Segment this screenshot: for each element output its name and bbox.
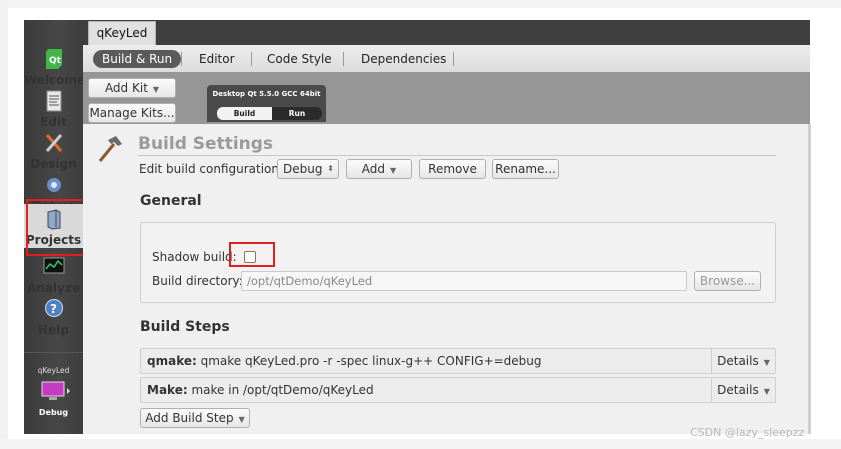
document-tab-strip	[83, 20, 810, 45]
target-mode-label: Debug	[38, 408, 69, 417]
tab-separator	[453, 52, 454, 66]
chevron-down-icon: ▼	[390, 166, 397, 175]
step-summary: qmake: qmake qKeyLed.pro -r -spec linux-…	[147, 354, 542, 368]
mode-analyze[interactable]: Analyze	[24, 252, 83, 295]
mode-edit[interactable]: Edit	[24, 86, 83, 129]
modebar-divider	[24, 352, 83, 353]
build-step-make[interactable]: Make: make in /opt/qtDemo/qKeyLed Detail…	[140, 377, 776, 403]
add-config-label: Add	[361, 162, 386, 176]
kit-name: Desktop Qt 5.5.0 GCC 64bit	[212, 90, 321, 98]
build-config-select[interactable]: Debug ⬍	[277, 159, 339, 179]
computer-monitor-icon	[41, 381, 70, 400]
scrollbar[interactable]	[808, 124, 811, 434]
title-underline	[138, 155, 776, 156]
project-subtabs: Build & Run Editor Code Style Dependenci…	[83, 45, 810, 73]
document-icon	[46, 90, 61, 112]
chevron-down-icon: ▼	[152, 85, 160, 94]
shadow-build-label: Shadow build:	[152, 250, 237, 264]
step-command: qmake qKeyLed.pro -r -spec linux-g++ CON…	[200, 354, 542, 368]
build-steps-title: Build Steps	[140, 319, 230, 335]
step-name: Make:	[147, 383, 188, 397]
build-directory-label: Build directory:	[152, 274, 243, 288]
analyze-monitor-icon	[43, 257, 64, 274]
target-project-label: qKeyLed	[37, 366, 70, 375]
tab-separator	[181, 52, 182, 66]
step-summary: Make: make in /opt/qtDemo/qKeyLed	[147, 383, 374, 397]
frame-border-bottom	[0, 439, 841, 449]
chevron-down-icon: ▼	[763, 387, 770, 396]
spinner-arrows-icon: ⬍	[327, 164, 334, 173]
kit-run-button[interactable]: Run	[272, 107, 322, 120]
kit-selector-area	[83, 72, 810, 124]
mode-label: Edit	[40, 115, 67, 129]
mode-help[interactable]: ? Help	[24, 294, 83, 337]
tab-editor[interactable]: Editor	[199, 50, 235, 68]
details-label: Details	[717, 383, 759, 397]
debug-bug-icon	[46, 178, 61, 192]
target-selector[interactable]	[41, 381, 71, 405]
tab-dependencies[interactable]: Dependencies	[361, 50, 446, 68]
hammer-icon	[98, 136, 122, 162]
rename-config-button[interactable]: Rename...	[492, 159, 559, 179]
general-section-title: General	[140, 193, 202, 209]
qt-logo-icon: Qt	[45, 49, 62, 69]
add-build-step-button[interactable]: Add Build Step ▼	[140, 408, 250, 428]
build-settings-title: Build Settings	[138, 134, 274, 154]
remove-config-button[interactable]: Remove	[419, 159, 486, 179]
chevron-down-icon: ▼	[763, 358, 770, 367]
add-kit-button[interactable]: Add Kit ▼	[88, 78, 176, 98]
svg-text:?: ?	[50, 302, 57, 316]
mode-label: Help	[38, 323, 69, 337]
add-kit-label: Add Kit	[104, 81, 148, 95]
tab-qkeyled[interactable]: qKeyLed	[88, 21, 156, 45]
tab-separator	[251, 52, 252, 66]
manage-kits-button[interactable]: Manage Kits...	[88, 103, 176, 123]
frame-border-top	[0, 0, 841, 8]
highlight-box-shadow-build	[229, 242, 275, 267]
frame-border-left	[0, 0, 8, 449]
mode-label: Welcome	[24, 73, 86, 87]
tab-code-style[interactable]: Code Style	[267, 50, 332, 68]
mode-label: Design	[30, 157, 77, 171]
add-config-button[interactable]: Add ▼	[346, 159, 412, 179]
tab-separator	[343, 52, 344, 66]
highlight-box-projects	[26, 199, 91, 256]
details-label: Details	[717, 354, 759, 368]
design-tools-icon	[45, 134, 62, 152]
build-step-qmake[interactable]: qmake: qmake qKeyLed.pro -r -spec linux-…	[140, 348, 776, 374]
kit-build-button[interactable]: Build	[217, 107, 272, 120]
build-config-value: Debug	[283, 162, 323, 176]
build-config-label: Edit build configuration:	[139, 162, 284, 176]
browse-button[interactable]: Browse...	[694, 271, 761, 291]
mode-welcome[interactable]: Qt Welcome	[24, 44, 86, 87]
mode-label: Analyze	[27, 281, 80, 295]
step-name: qmake:	[147, 354, 197, 368]
help-icon: ?	[44, 299, 63, 317]
add-build-step-label: Add Build Step	[145, 411, 234, 425]
step-details-button[interactable]: Details ▼	[711, 349, 775, 373]
tab-build-run[interactable]: Build & Run	[93, 50, 182, 68]
step-details-button[interactable]: Details ▼	[711, 378, 775, 402]
step-command: make in /opt/qtDemo/qKeyLed	[191, 383, 374, 397]
mode-design[interactable]: Design	[24, 128, 83, 171]
chevron-down-icon: ▼	[238, 415, 245, 424]
build-directory-field[interactable]: /opt/qtDemo/qKeyLed	[241, 271, 687, 291]
watermark: CSDN @lazy_sleepzz	[690, 426, 805, 439]
kit-card[interactable]: Desktop Qt 5.5.0 GCC 64bit Build Run	[207, 85, 326, 122]
svg-text:Qt: Qt	[49, 56, 62, 66]
